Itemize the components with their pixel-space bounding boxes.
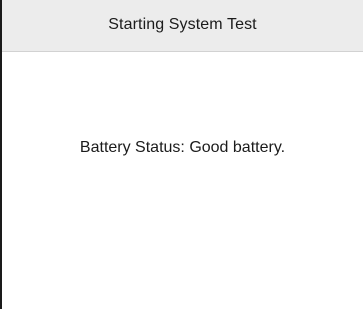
system-test-window: Starting System Test Battery Status: Goo… (0, 0, 363, 309)
battery-status-label: Battery Status: (79, 139, 185, 156)
battery-status-line: Battery Status: Good battery. (2, 139, 363, 157)
title-bar: Starting System Test (2, 0, 363, 52)
content-area: Battery Status: Good battery. (2, 52, 363, 309)
battery-status-value: Good battery. (189, 139, 286, 156)
window-title: Starting System Test (108, 15, 257, 33)
